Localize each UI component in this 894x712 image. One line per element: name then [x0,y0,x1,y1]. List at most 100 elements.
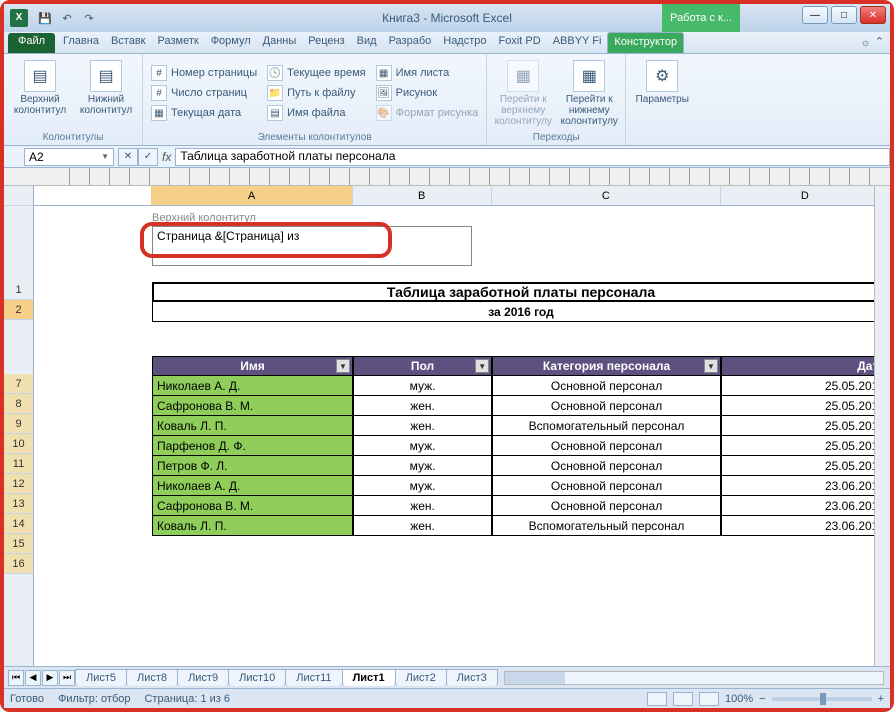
zoom-in-button[interactable]: + [878,693,884,705]
row-header[interactable]: 10 [4,434,33,454]
cell-date[interactable]: 23.06.2016 [721,496,890,516]
row-header[interactable]: 13 [4,494,33,514]
tab-home[interactable]: Главна [57,32,105,53]
col-header-c[interactable]: C [492,186,721,205]
cell-date[interactable]: 25.05.2016 [721,456,890,476]
tab-view[interactable]: Вид [351,32,383,53]
tab-layout[interactable]: Разметк [152,32,205,53]
row-header[interactable]: 8 [4,394,33,414]
table-subtitle[interactable]: за 2016 год [152,302,890,322]
cell-category[interactable]: Основной персонал [492,496,721,516]
cell-category[interactable]: Вспомогательный персонал [492,416,721,436]
tab-abbyy[interactable]: ABBYY Fi [547,32,608,53]
cell-sex[interactable]: муж. [353,456,492,476]
sheet-tab[interactable]: Лист5 [75,669,127,686]
table-row[interactable]: Сафронова В. М.жен.Основной персонал25.0… [152,396,890,416]
maximize-button[interactable]: □ [831,6,857,24]
minimize-button[interactable]: — [802,6,828,24]
zoom-out-button[interactable]: − [759,693,765,705]
qat-redo-icon[interactable]: ↷ [80,9,98,27]
table-row[interactable]: Петров Ф. Л.муж.Основной персонал25.05.2… [152,456,890,476]
cell-name[interactable]: Николаев А. Д. [152,476,353,496]
cell-category[interactable]: Основной персонал [492,376,721,396]
tab-nav-first[interactable]: ⏮ [8,670,24,686]
cell-sex[interactable]: муж. [353,436,492,456]
tab-file[interactable]: Файл [8,33,55,53]
cell-date[interactable]: 25.05.2016 [721,436,890,456]
ribbon-minimize-icon[interactable]: ⌃ [875,35,884,50]
cell-category[interactable]: Вспомогательный персонал [492,516,721,536]
sheet-tab[interactable]: Лист9 [177,669,229,686]
table-row[interactable]: Коваль Л. П.жен.Вспомогательный персонал… [152,516,890,536]
th-category[interactable]: Категория персонала▼ [492,356,721,376]
th-name[interactable]: Имя▼ [152,356,353,376]
sheet-tab[interactable]: Лист1 [342,669,396,686]
page-number-button[interactable]: #Номер страницы [149,64,259,82]
view-normal-button[interactable] [647,692,667,706]
row-header[interactable]: 9 [4,414,33,434]
cell-name[interactable]: Парфенов Д. Ф. [152,436,353,456]
select-all[interactable] [4,186,33,206]
table-title[interactable]: Таблица заработной платы персонала [152,282,890,302]
qat-save-icon[interactable]: 💾 [36,9,54,27]
cell-date[interactable]: 25.05.2016 [721,396,890,416]
cell-sex[interactable]: жен. [353,416,492,436]
cell-category[interactable]: Основной персонал [492,436,721,456]
table-row[interactable]: Сафронова В. М.жен.Основной персонал23.0… [152,496,890,516]
col-header-d[interactable]: D [721,186,890,205]
tab-data[interactable]: Данны [257,32,303,53]
cell-date[interactable]: 25.05.2016 [721,416,890,436]
current-time-button[interactable]: 🕓Текущее время [265,64,367,82]
file-name-button[interactable]: ▤Имя файла [265,104,367,122]
footer-button[interactable]: ▤ Нижний колонтитул [76,56,136,130]
row-header[interactable]: 15 [4,534,33,554]
cell-category[interactable]: Основной персонал [492,396,721,416]
tab-developer[interactable]: Разрабо [383,32,438,53]
help-icon[interactable]: ۞ [862,35,868,50]
table-row[interactable]: Парфенов Д. Ф.муж.Основной персонал25.05… [152,436,890,456]
filter-icon[interactable]: ▼ [704,359,718,373]
header-left-input[interactable]: Страница &[Страница] из [152,226,472,266]
th-sex[interactable]: Пол▼ [353,356,492,376]
tab-nav-prev[interactable]: ◀ [25,670,41,686]
cell-sex[interactable]: жен. [353,516,492,536]
col-header-a[interactable]: A [151,186,352,205]
sheet-tab[interactable]: Лист3 [446,669,498,686]
cell-category[interactable]: Основной персонал [492,476,721,496]
qat-undo-icon[interactable]: ↶ [58,9,76,27]
cell-name[interactable]: Сафронова В. М. [152,496,353,516]
accept-formula-button[interactable]: ✓ [138,148,158,166]
cell-sex[interactable]: жен. [353,396,492,416]
view-break-button[interactable] [699,692,719,706]
cell-sex[interactable]: муж. [353,376,492,396]
current-date-button[interactable]: ▦Текущая дата [149,104,259,122]
tab-insert[interactable]: Вставк [105,32,152,53]
row-header[interactable]: 7 [4,374,33,394]
cell-date[interactable]: 23.06.2016 [721,476,890,496]
th-date[interactable]: Дата [721,356,890,376]
cell-category[interactable]: Основной персонал [492,456,721,476]
tab-foxit[interactable]: Foxit PD [493,32,547,53]
tab-nav-next[interactable]: ▶ [42,670,58,686]
cancel-formula-button[interactable]: ✕ [118,148,138,166]
row-header[interactable]: 12 [4,474,33,494]
sheet-tab[interactable]: Лист11 [285,669,342,686]
file-path-button[interactable]: 📁Путь к файлу [265,84,367,102]
table-row[interactable]: Николаев А. Д.муж.Основной персонал25.05… [152,376,890,396]
fx-icon[interactable]: fx [162,150,171,164]
row-header[interactable]: 14 [4,514,33,534]
cell-date[interactable]: 25.05.2016 [721,376,890,396]
cell-sex[interactable]: муж. [353,476,492,496]
sheet-tab[interactable]: Лист2 [395,669,447,686]
sheet-tab[interactable]: Лист10 [228,669,286,686]
zoom-slider[interactable] [772,697,872,701]
tab-formulas[interactable]: Формул [205,32,257,53]
tab-addins[interactable]: Надстро [437,32,492,53]
worksheet-canvas[interactable]: A B C D Верхний колонтитул Страница &[Ст… [34,186,890,666]
row-header[interactable]: 2 [4,300,33,320]
cell-name[interactable]: Сафронова В. М. [152,396,353,416]
row-header[interactable]: 1 [4,280,33,300]
parameters-button[interactable]: ⚙ Параметры [632,56,692,141]
chevron-down-icon[interactable]: ▼ [101,152,109,161]
row-header[interactable]: 16 [4,554,33,574]
